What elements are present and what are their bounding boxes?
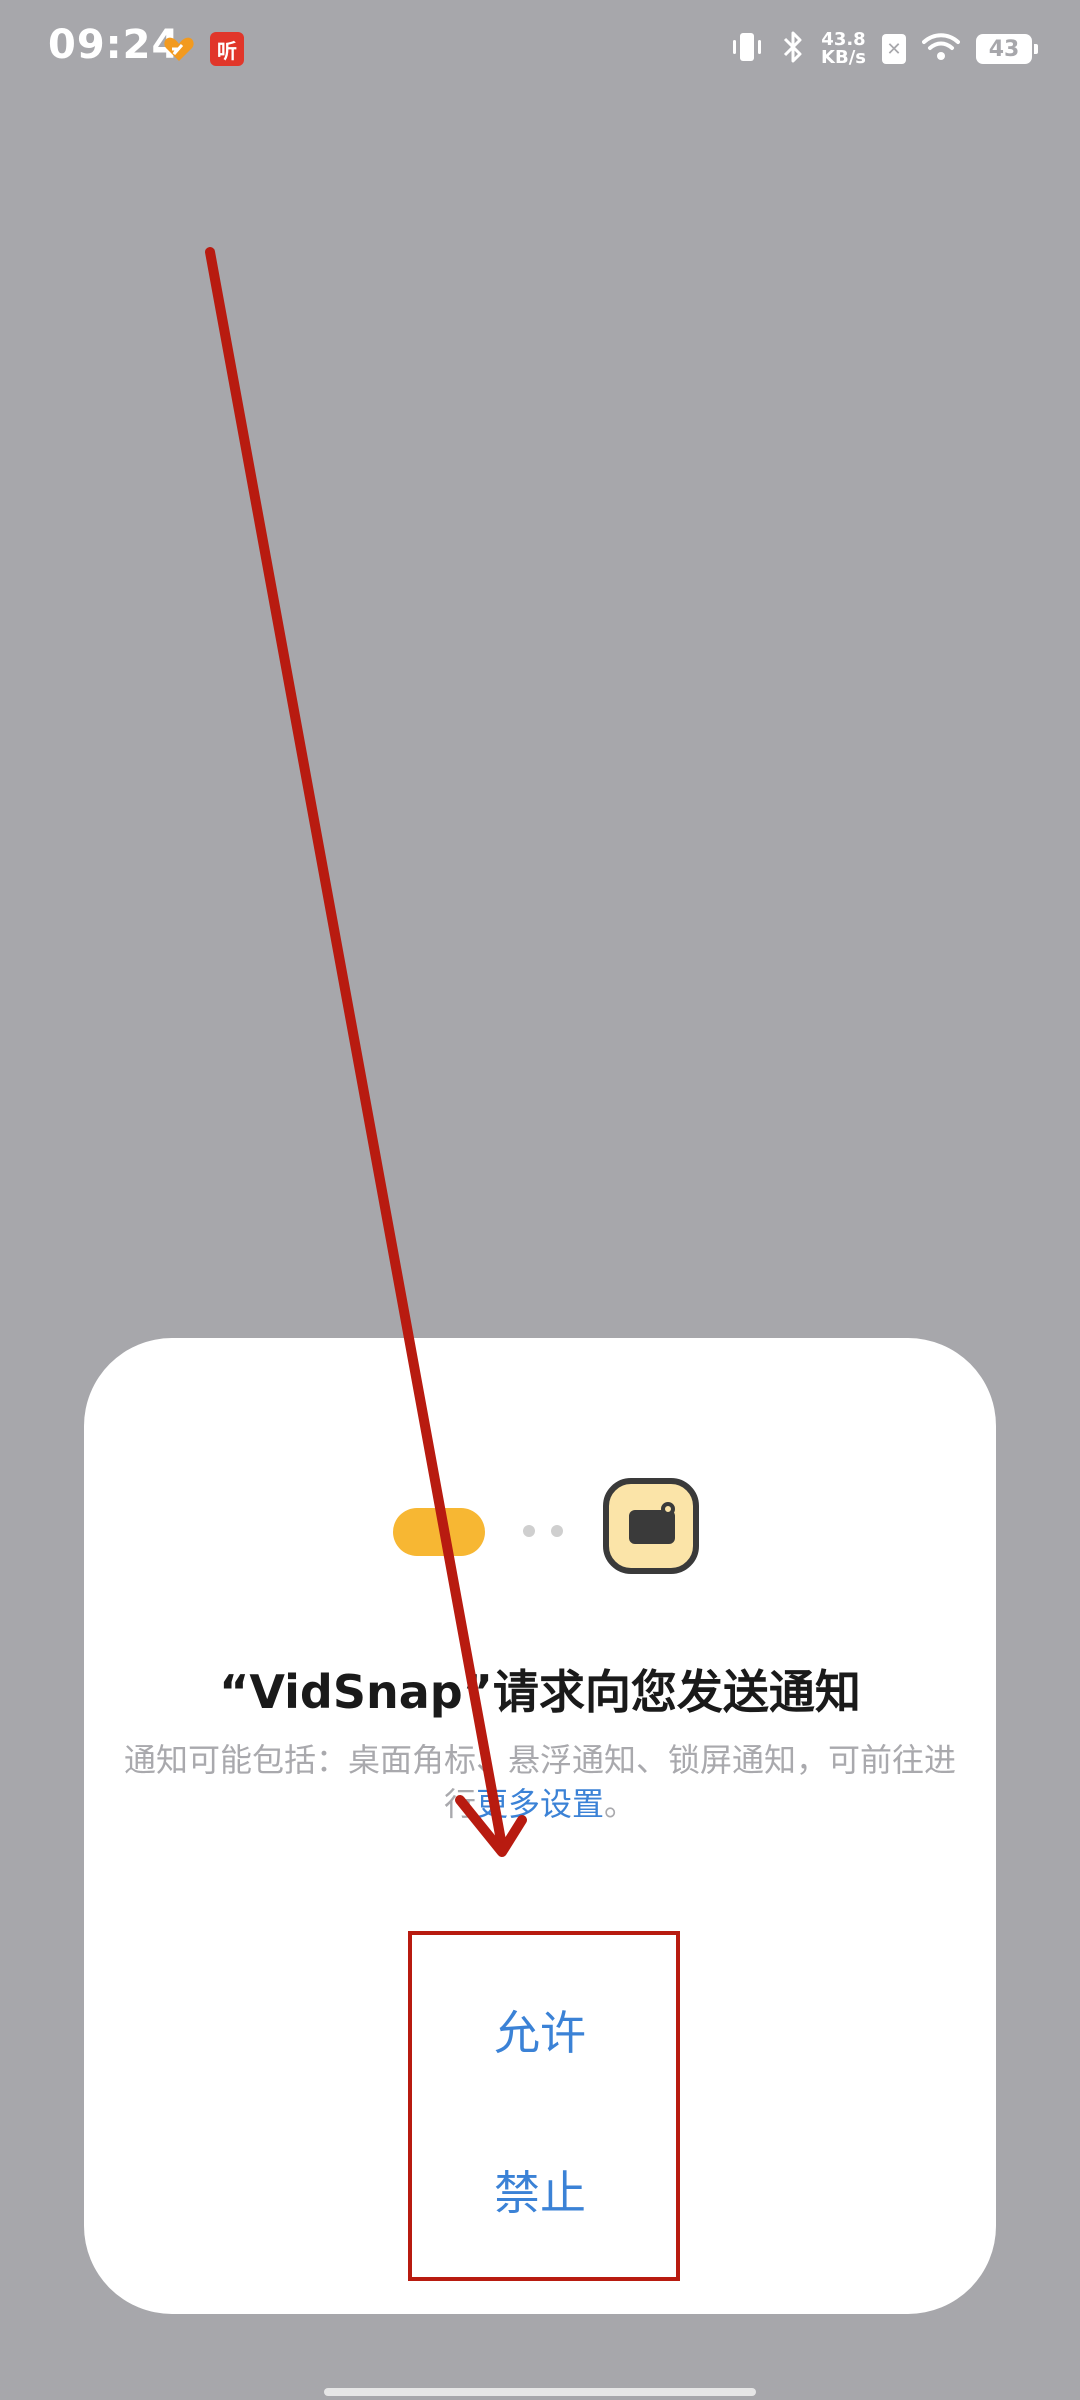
dot (551, 1525, 563, 1537)
status-time: 09:24 (48, 22, 181, 68)
bluetooth-icon (781, 30, 805, 68)
permission-icons-row (84, 1478, 996, 1578)
vibrate-icon (729, 31, 765, 67)
dialog-description: 通知可能包括：桌面角标、悬浮通知、锁屏通知，可前往进行更多设置。 (124, 1738, 956, 1826)
vidsnap-app-icon (603, 1478, 699, 1574)
heart-app-icon (162, 32, 196, 66)
net-speed: 43.8 KB/s (821, 31, 866, 67)
battery-icon: 43 (976, 34, 1038, 64)
status-bar: 09:24 听 43.8 KB/s ✕ 43 (0, 0, 1080, 100)
annotation-highlight-box (408, 1931, 680, 2281)
sim-off-icon: ✕ (882, 34, 906, 64)
status-left-icons: 听 (162, 32, 244, 66)
net-speed-unit: KB/s (821, 47, 866, 68)
more-settings-link[interactable]: 更多设置 (476, 1785, 604, 1823)
description-suffix: 。 (604, 1785, 637, 1823)
connection-dots (523, 1525, 563, 1537)
camera-lens-dot (661, 1502, 675, 1516)
wifi-icon (922, 32, 960, 66)
source-app-icon (393, 1508, 485, 1556)
dot (523, 1525, 535, 1537)
home-indicator[interactable] (324, 2388, 756, 2396)
listen-app-icon: 听 (210, 32, 244, 66)
status-right-icons: 43.8 KB/s ✕ 43 (729, 30, 1038, 68)
dialog-title: “VidSnap”请求向您发送通知 (219, 1665, 861, 1719)
